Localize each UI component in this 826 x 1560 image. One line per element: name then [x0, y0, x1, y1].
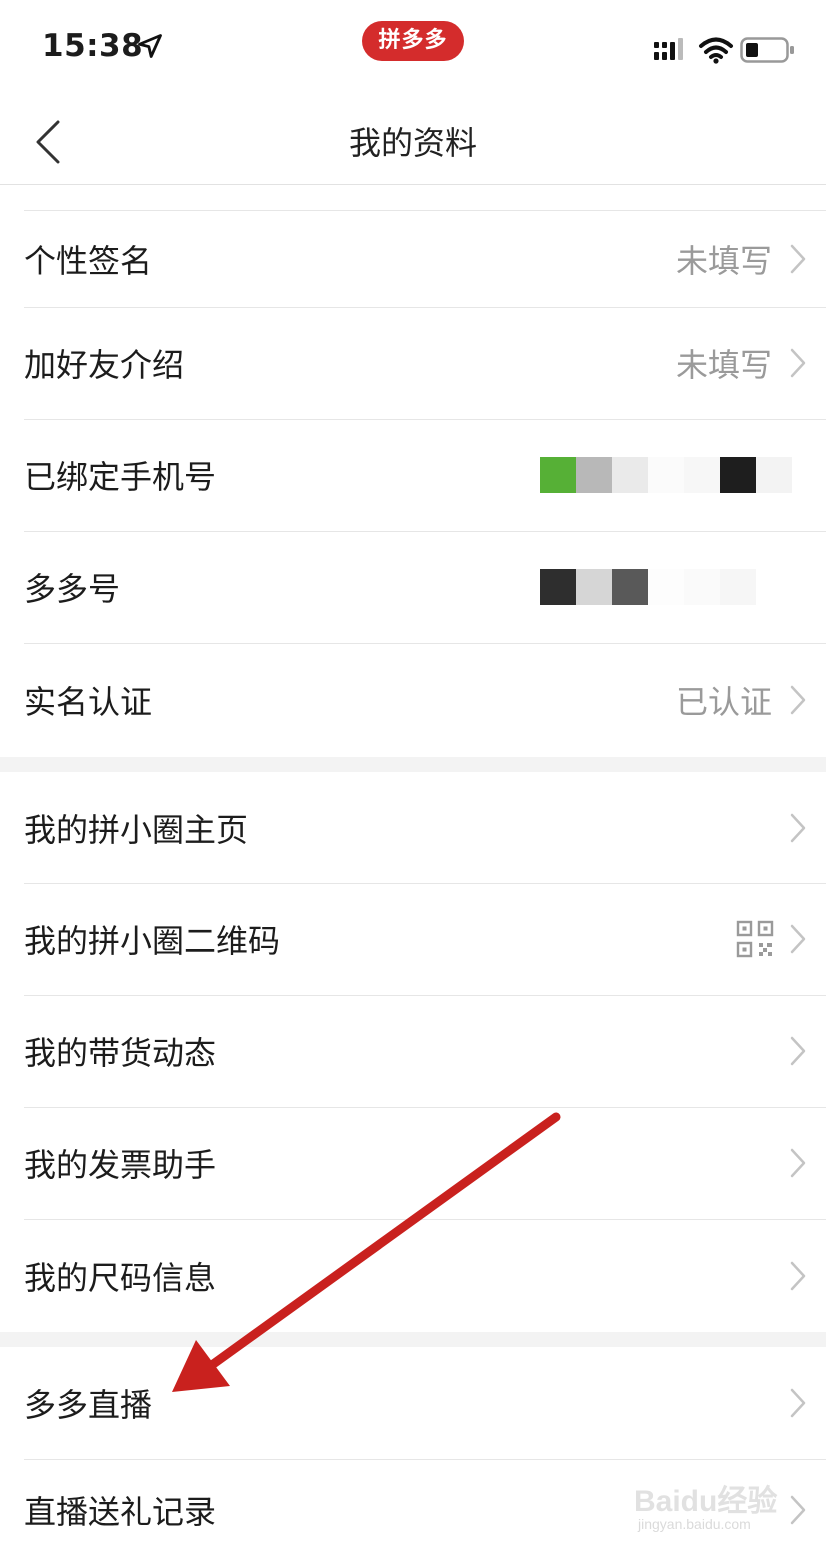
- section-gap: [0, 757, 826, 772]
- chevron-right-icon: [790, 1388, 806, 1418]
- status-bar: 15:38 拼多多: [0, 0, 826, 100]
- section-gap: [0, 1332, 826, 1347]
- settings-row-signature[interactable]: 个性签名 未填写: [0, 210, 826, 307]
- row-divider: [24, 210, 826, 211]
- chevron-right-icon: [790, 244, 806, 273]
- row-label: 我的拼小圈二维码: [24, 922, 281, 960]
- row-divider: [24, 531, 826, 532]
- settings-row-invoice[interactable]: 我的发票助手: [0, 1107, 826, 1219]
- row-label: 多多号: [24, 570, 121, 608]
- row-value: 未填写: [675, 346, 772, 384]
- chevron-right-icon: [790, 1036, 806, 1066]
- watermark-brand: Baidu经验: [634, 1485, 778, 1518]
- row-divider: [24, 1459, 826, 1460]
- settings-row-size-info[interactable]: 我的尺码信息: [0, 1219, 826, 1332]
- chevron-right-icon: [790, 685, 806, 715]
- settings-row-circle-home[interactable]: 我的拼小圈主页: [0, 772, 826, 883]
- row-divider: [24, 883, 826, 884]
- row-divider: [24, 307, 826, 308]
- row-divider: [24, 1219, 826, 1220]
- watermark-url: jingyan.baidu.com: [638, 1516, 751, 1532]
- qr-code-icon: [736, 920, 774, 958]
- location-arrow-icon: [138, 34, 162, 58]
- row-label: 多多直播: [24, 1386, 153, 1424]
- row-divider: [24, 643, 826, 644]
- row-label: 我的带货动态: [24, 1034, 217, 1072]
- blurred-phone-number: [540, 457, 792, 493]
- row-value: 已认证: [675, 683, 772, 721]
- row-label: 我的拼小圈主页: [24, 810, 249, 849]
- row-label: 实名认证: [24, 683, 153, 721]
- row-label: 直播送礼记录: [24, 1492, 217, 1531]
- battery-icon: [740, 37, 794, 63]
- settings-row-circle-qrcode[interactable]: 我的拼小圈二维码: [0, 883, 826, 995]
- blurred-duoduo-id: [540, 569, 792, 605]
- chevron-right-icon: [790, 1261, 806, 1290]
- chevron-right-icon: [790, 813, 806, 842]
- row-label: 我的发票助手: [24, 1146, 217, 1184]
- chevron-right-icon: [790, 1495, 806, 1524]
- row-label: 我的尺码信息: [24, 1258, 217, 1297]
- settings-row-duoduo-live[interactable]: 多多直播: [0, 1347, 826, 1459]
- nav-bar: 我的资料: [0, 100, 826, 185]
- row-value: 未填写: [675, 241, 772, 280]
- row-label: 个性签名: [24, 241, 153, 280]
- chevron-right-icon: [790, 1148, 806, 1178]
- baidu-watermark: Baidu经验 jingyan.baidu.com: [634, 1470, 784, 1542]
- settings-row-sales-feed[interactable]: 我的带货动态: [0, 995, 826, 1107]
- row-divider: [24, 419, 826, 420]
- wifi-icon: [699, 37, 733, 64]
- row-label: 加好友介绍: [24, 346, 185, 384]
- settings-row-friend-intro[interactable]: 加好友介绍 未填写: [0, 307, 826, 419]
- settings-row-duoduo-id[interactable]: 多多号: [0, 531, 826, 643]
- row-divider: [24, 995, 826, 996]
- settings-row-real-name[interactable]: 实名认证 已认证: [0, 643, 826, 757]
- settings-row-phone[interactable]: 已绑定手机号: [0, 419, 826, 531]
- row-divider: [24, 1107, 826, 1108]
- status-time: 15:38: [42, 28, 144, 64]
- row-label: 已绑定手机号: [24, 458, 217, 496]
- page-title: 我的资料: [348, 124, 477, 162]
- app-badge: 拼多多: [362, 21, 464, 61]
- signal-icon: [654, 38, 683, 60]
- chevron-right-icon: [790, 924, 806, 954]
- chevron-right-icon: [790, 348, 806, 378]
